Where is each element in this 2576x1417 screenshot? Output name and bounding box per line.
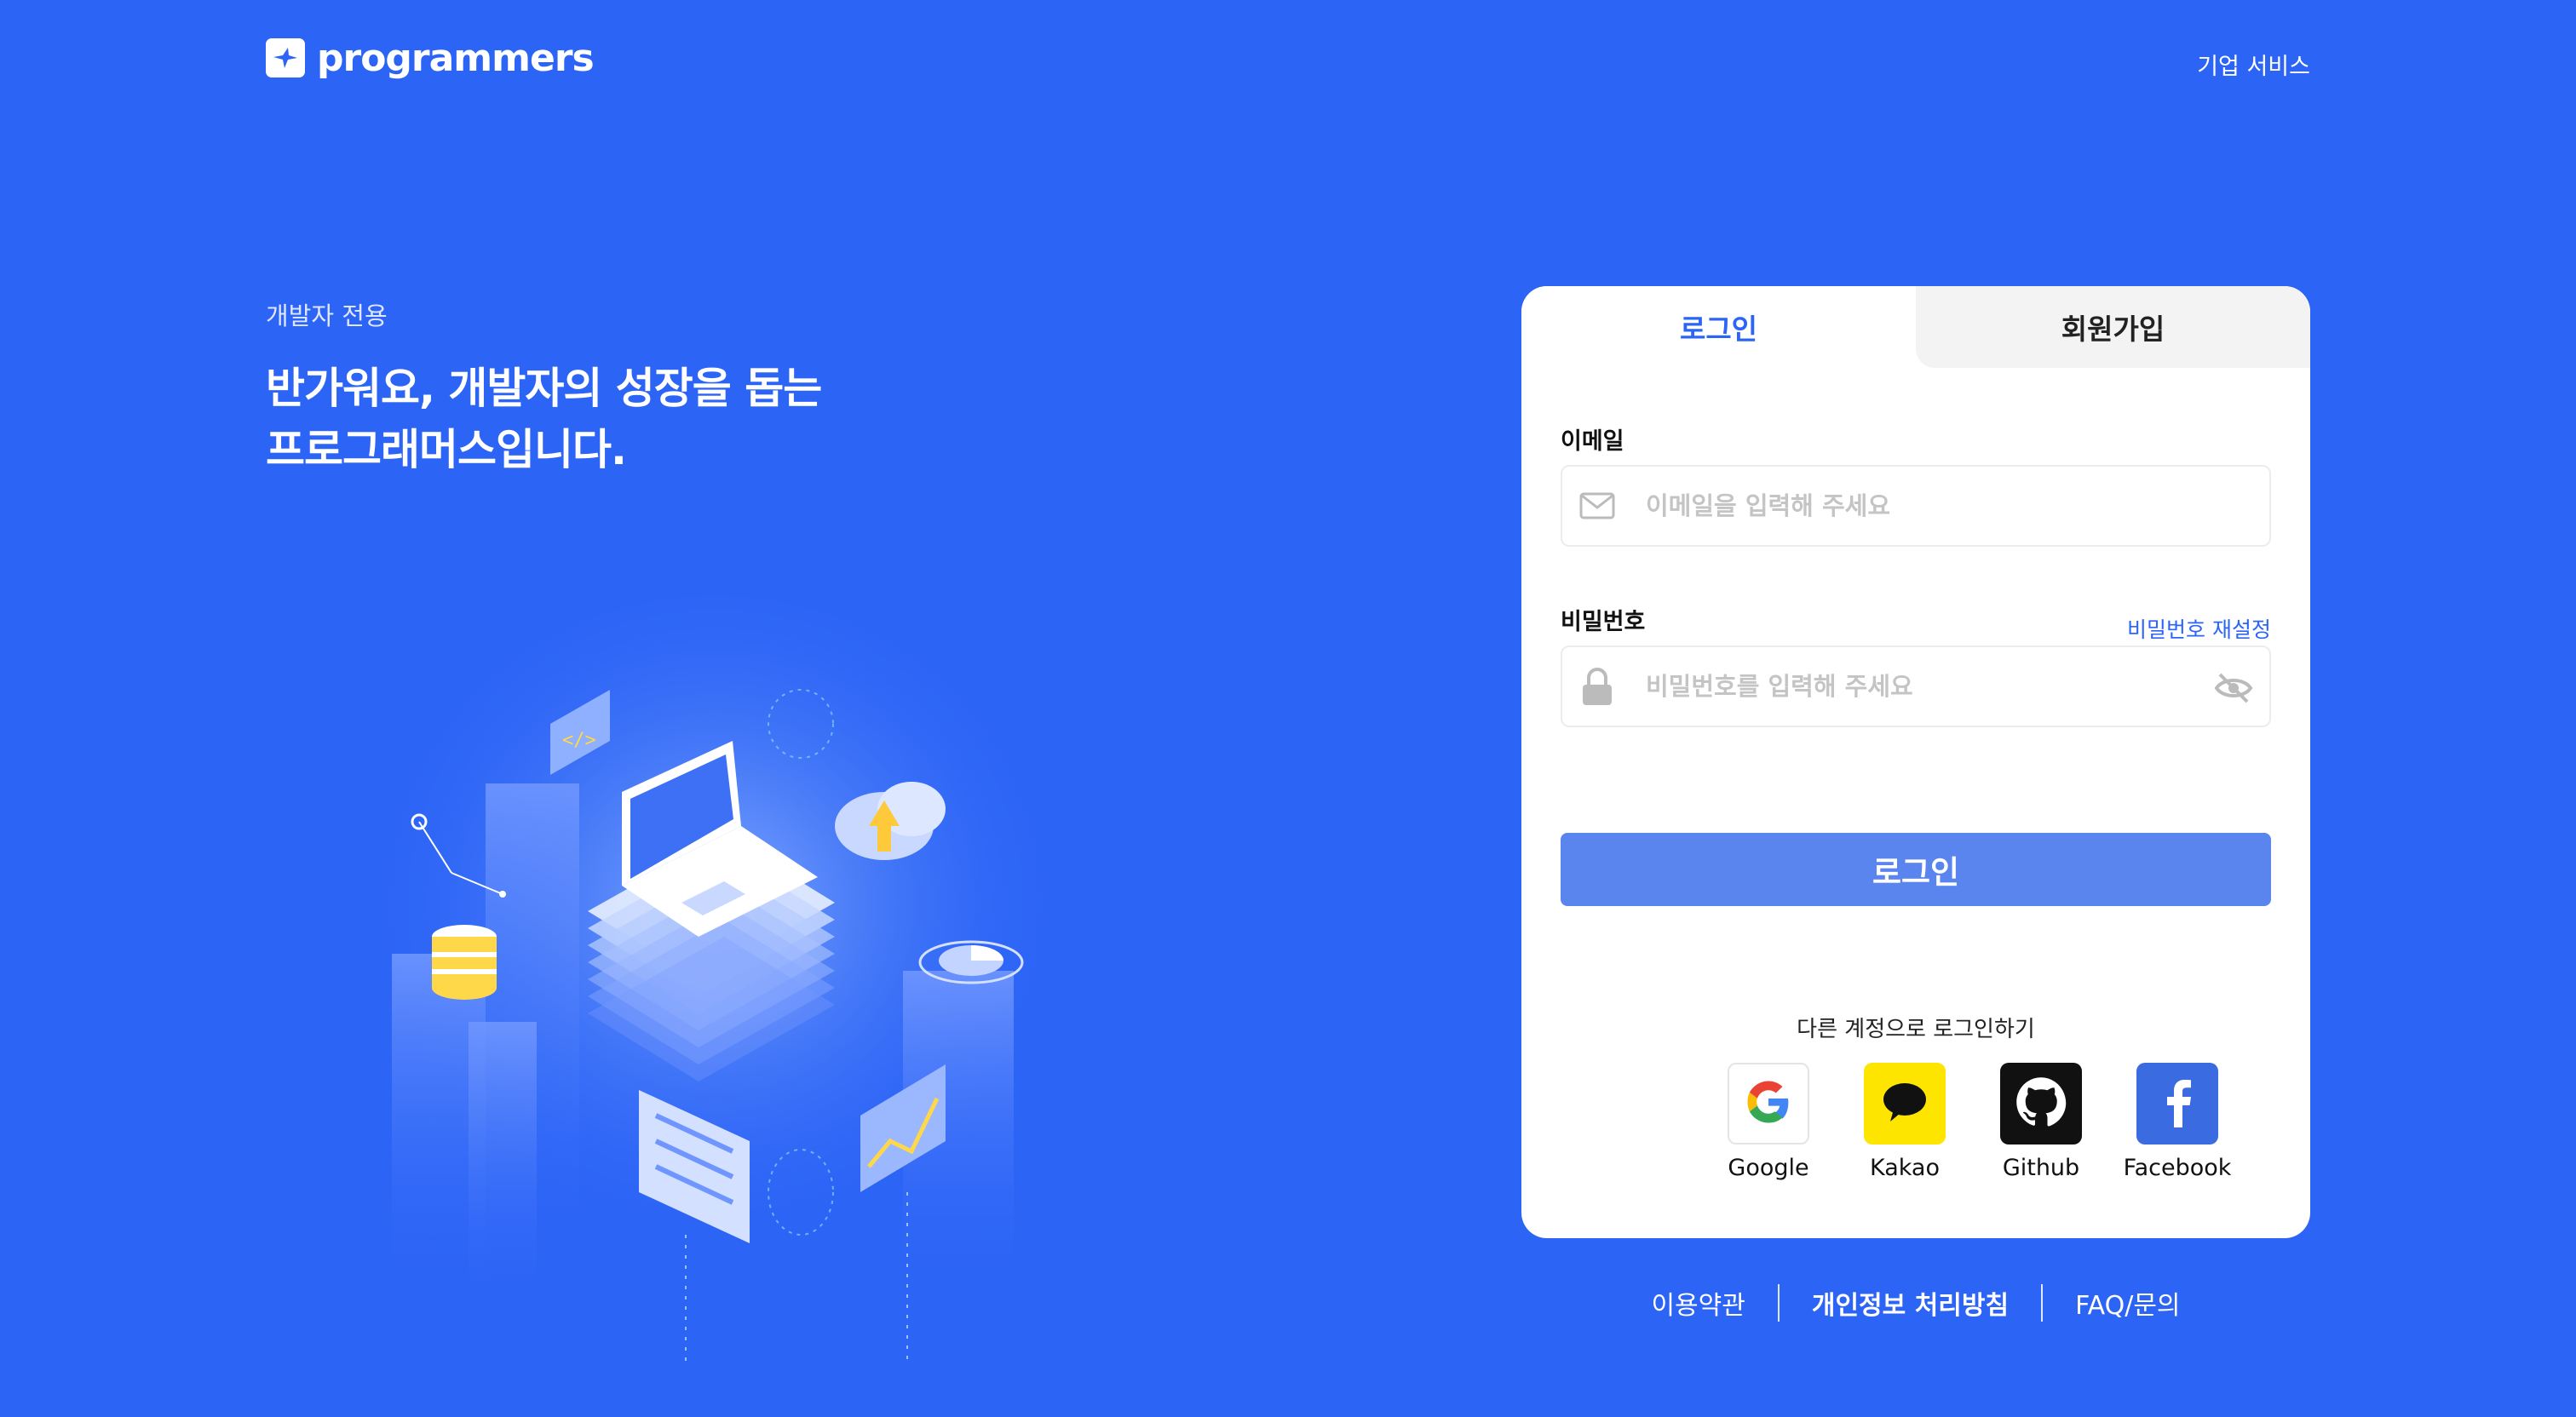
github-icon bbox=[2015, 1076, 2067, 1131]
google-label: Google bbox=[1728, 1155, 1809, 1181]
social-facebook: Facebook bbox=[2118, 1063, 2237, 1181]
lock-icon bbox=[1578, 667, 1617, 706]
login-button[interactable]: 로그인 bbox=[1561, 833, 2271, 906]
brand-logo[interactable]: programmers bbox=[266, 34, 595, 82]
social-github: Github bbox=[1981, 1063, 2101, 1181]
facebook-icon bbox=[2160, 1076, 2194, 1131]
faq-link[interactable]: FAQ/문의 bbox=[2043, 1284, 2212, 1322]
google-icon bbox=[1745, 1078, 1792, 1129]
developer-illustration: </> bbox=[358, 596, 1073, 1362]
footer-divider bbox=[1777, 1284, 1780, 1322]
auth-tabs: 로그인 회원가입 bbox=[1521, 286, 2310, 368]
github-label: Github bbox=[2002, 1155, 2080, 1181]
brand-name: programmers bbox=[317, 36, 595, 80]
github-login-button[interactable] bbox=[2000, 1063, 2082, 1144]
header: programmers 기업 서비스 bbox=[0, 0, 2576, 119]
password-input[interactable] bbox=[1644, 671, 2193, 702]
intro-title: 반가워요, 개발자의 성장을 돕는 프로그래머스입니다. bbox=[266, 358, 822, 480]
eye-off-icon[interactable] bbox=[2213, 668, 2254, 708]
database-icon bbox=[432, 925, 497, 1000]
tab-login[interactable]: 로그인 bbox=[1521, 286, 1916, 368]
kakao-login-button[interactable] bbox=[1864, 1063, 1946, 1144]
social-login-title: 다른 계정으로 로그인하기 bbox=[1797, 1017, 2035, 1042]
facebook-label: Facebook bbox=[2123, 1155, 2232, 1181]
privacy-link[interactable]: 개인정보 처리방침 bbox=[1780, 1284, 2041, 1322]
email-input[interactable] bbox=[1644, 490, 2193, 521]
email-field-wrapper bbox=[1561, 465, 2271, 547]
mail-icon bbox=[1578, 486, 1617, 525]
intro-title-line2: 프로그래머스입니다. bbox=[266, 425, 627, 474]
social-kakao: Kakao bbox=[1845, 1063, 1964, 1181]
password-field-wrapper bbox=[1561, 645, 2271, 727]
logo-mark-icon bbox=[266, 38, 305, 77]
kakao-icon bbox=[1882, 1081, 1928, 1127]
footer-divider bbox=[2041, 1284, 2044, 1322]
social-google: Google bbox=[1709, 1063, 1828, 1181]
terms-link[interactable]: 이용약관 bbox=[1619, 1284, 1777, 1322]
svg-text:</>: </> bbox=[562, 730, 596, 751]
business-service-link[interactable]: 기업 서비스 bbox=[2197, 48, 2310, 81]
kakao-label: Kakao bbox=[1869, 1155, 1940, 1181]
password-reset-link[interactable]: 비밀번호 재설정 bbox=[2127, 613, 2271, 644]
tab-signup[interactable]: 회원가입 bbox=[1916, 286, 2310, 368]
login-card: 로그인 회원가입 이메일 비밀번호 비밀번호 재설정 로그인 다른 계정으로 로… bbox=[1521, 286, 2310, 1238]
facebook-login-button[interactable] bbox=[2136, 1063, 2218, 1144]
password-label: 비밀번호 bbox=[1561, 609, 1646, 635]
intro-eyebrow: 개발자 전용 bbox=[266, 301, 388, 330]
tab-signup-label: 회원가입 bbox=[2061, 313, 2165, 346]
intro-title-line1: 반가워요, 개발자의 성장을 돕는 bbox=[266, 364, 822, 413]
footer-links: 이용약관 개인정보 처리방침 FAQ/문의 bbox=[1521, 1277, 2310, 1328]
email-label: 이메일 bbox=[1561, 428, 1624, 455]
google-login-button[interactable] bbox=[1728, 1063, 1809, 1144]
